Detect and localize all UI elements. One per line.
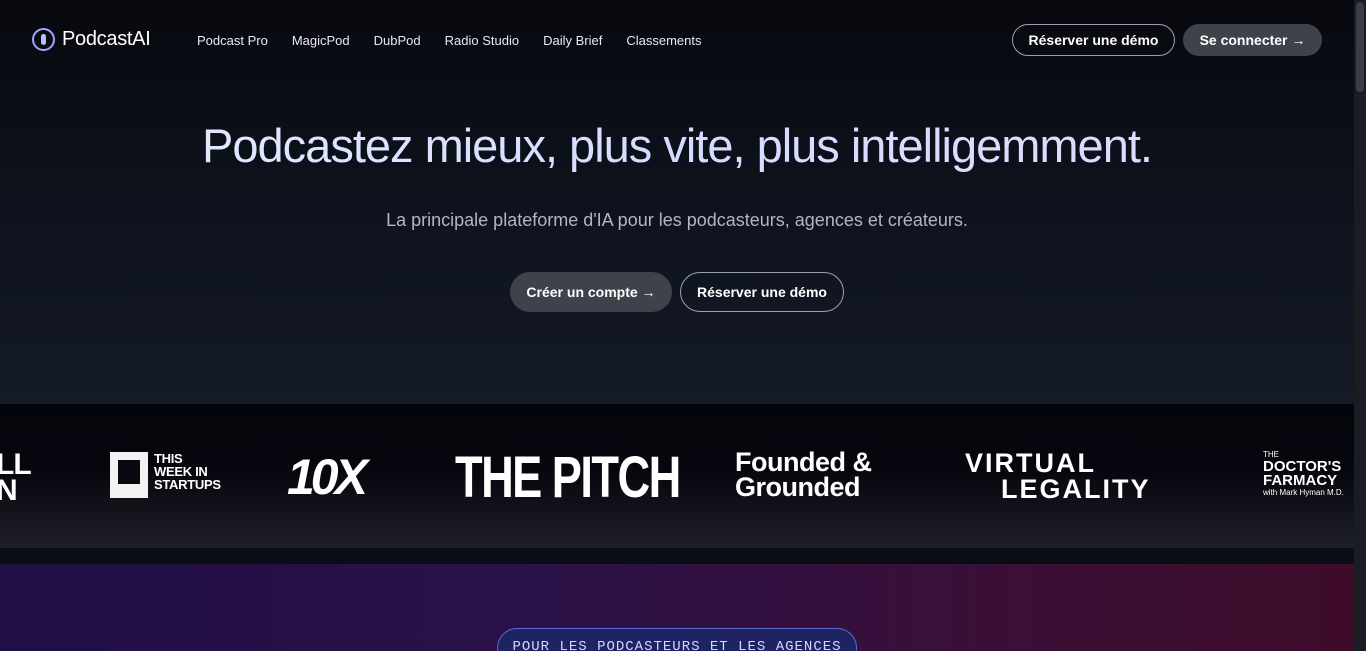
partial-logo-text: LL N bbox=[0, 448, 32, 507]
logo[interactable]: PodcastAI bbox=[32, 28, 151, 51]
nav-link-radio-studio[interactable]: Radio Studio bbox=[445, 33, 519, 48]
login-button[interactable]: Se connecter → bbox=[1183, 24, 1322, 56]
page-scrollbar[interactable] bbox=[1354, 0, 1366, 651]
virtual-line-2: LEGALITY bbox=[1001, 474, 1151, 504]
this-week-in-startups-logo: THIS WEEK IN STARTUPS bbox=[110, 452, 221, 500]
doctor-line-3: FARMACY bbox=[1263, 472, 1338, 489]
doctors-farmacy-logo: THE DOCTOR'S FARMACY with Mark Hyman M.D… bbox=[1263, 450, 1344, 498]
10x-logo: 10X bbox=[287, 449, 368, 505]
founded-line-2: Grounded bbox=[735, 472, 861, 502]
twis-line-3: STARTUPS bbox=[154, 477, 221, 492]
hero-subtitle: La principale plateforme d'IA pour les p… bbox=[386, 210, 968, 230]
nav-link-classements[interactable]: Classements bbox=[626, 33, 701, 48]
scrollbar-thumb[interactable] bbox=[1356, 2, 1364, 92]
top-nav: PodcastAI Podcast Pro MagicPod DubPod Ra… bbox=[0, 0, 1354, 80]
hero-headline: Podcastez mieux, plus vite, plus intelli… bbox=[0, 118, 1354, 173]
virtual-line-1: VIRTUAL bbox=[965, 448, 1096, 478]
nav-link-dubpod[interactable]: DubPod bbox=[374, 33, 421, 48]
partner-logo-band: LL N THIS WEEK IN STARTUPS 10X THE PITCH… bbox=[0, 404, 1354, 548]
hero-book-demo-button[interactable]: Réserver une démo bbox=[680, 272, 844, 312]
partial-logo: LL N bbox=[0, 450, 32, 506]
nav-link-magicpod[interactable]: MagicPod bbox=[292, 33, 350, 48]
podcastai-logo-icon bbox=[32, 28, 55, 51]
book-demo-button[interactable]: Réserver une démo bbox=[1012, 24, 1175, 56]
speech-bubble-icon bbox=[110, 452, 148, 498]
nav-link-daily-brief[interactable]: Daily Brief bbox=[543, 33, 602, 48]
logo-text: PodcastAI bbox=[62, 28, 151, 50]
nav-link-podcast-pro[interactable]: Podcast Pro bbox=[197, 33, 268, 48]
founded-grounded-logo: Founded & Grounded bbox=[735, 449, 872, 502]
create-account-button[interactable]: Créer un compte → bbox=[510, 272, 672, 312]
nav-links: Podcast Pro MagicPod DubPod Radio Studio… bbox=[197, 33, 701, 48]
virtual-legality-logo: VIRTUAL LEGALITY bbox=[965, 448, 1151, 504]
the-pitch-logo: THE PITCH bbox=[455, 445, 681, 510]
audience-pill: POUR LES PODCASTEURS ET LES AGENCES bbox=[497, 628, 857, 651]
doctor-line-4: with Mark Hyman M.D. bbox=[1263, 488, 1344, 497]
